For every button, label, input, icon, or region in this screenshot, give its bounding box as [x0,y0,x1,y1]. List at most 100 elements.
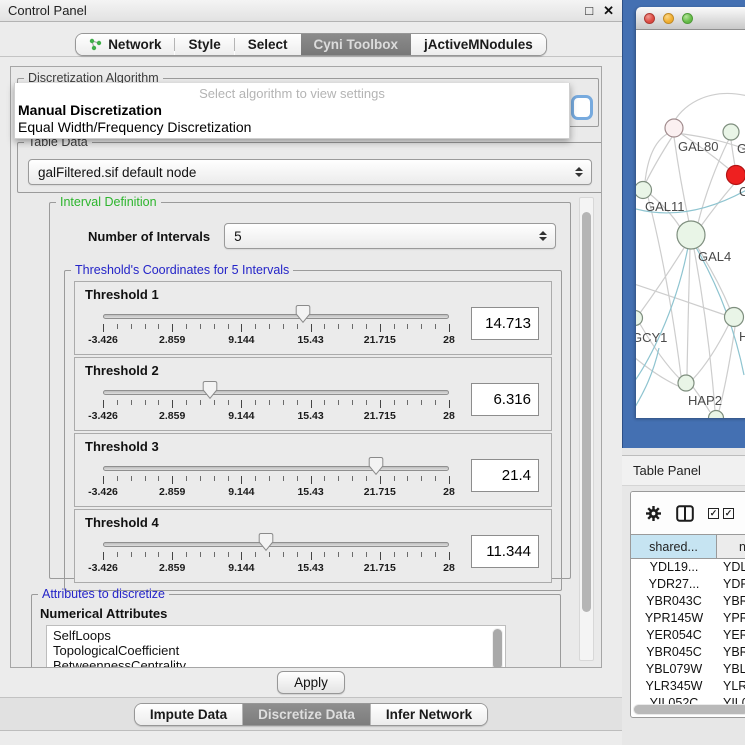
slider-track[interactable] [103,314,449,319]
threshold-2-value[interactable]: 6.316 [471,383,539,416]
network-node[interactable] [677,221,705,249]
app-root: Control Panel □ ✕ Network Style Select C… [0,0,745,745]
threshold-1-label: Threshold 1 [85,287,541,302]
close-icon[interactable]: ✕ [603,3,614,19]
algorithm-combobox-fragment[interactable] [571,95,593,120]
table-data-combobox[interactable]: galFiltered.sif default node [28,159,592,185]
number-of-intervals-row: Number of Intervals 5 [88,223,560,249]
thresholds-group-title: Threshold's Coordinates for 5 Intervals [71,263,293,277]
tab-cyni-toolbox[interactable]: Cyni Toolbox [301,34,412,55]
cyni-toolbox-panel: Discretization Algorithm Table Data galF… [10,66,602,668]
float-window-icon[interactable]: □ [585,3,593,18]
slider-tick-labels: -3.4262.8599.14415.4321.71528 [103,562,449,575]
column-header-shared-name[interactable]: shared... [631,535,717,558]
apply-row: Apply [0,668,622,697]
table-panel-title: Table Panel [633,463,701,478]
tab-impute-data[interactable]: Impute Data [135,704,242,725]
select-columns-icons[interactable]: ✓ ✓ [708,508,734,519]
option-equal-width-frequency[interactable]: Equal Width/Frequency Discretization [18,119,251,135]
network-node[interactable] [636,182,652,199]
split-columns-icon[interactable] [676,505,694,522]
apply-button[interactable]: Apply [277,671,345,694]
attributes-group-title: Attributes to discretize [38,587,169,601]
table-toolbar: ✓ ✓ [631,492,745,534]
attributes-to-discretize-group: Attributes to discretize Numerical Attri… [31,587,561,668]
network-node[interactable] [678,375,694,391]
node-label: GA [737,141,745,156]
table-hscrollbar[interactable] [633,704,745,715]
slider-thumb[interactable] [258,532,274,552]
panel-scrollbar[interactable] [579,197,594,661]
gear-icon[interactable] [645,505,662,522]
table-row[interactable]: YDL19...YDL1 [631,559,745,576]
tab-style[interactable]: Style [175,34,233,55]
interval-definition-group: Interval Definition Number of Intervals … [49,195,571,579]
list-items: SelfLoopsTopologicalCoefficientBetweenne… [53,628,505,668]
control-panel-titlebar: Control Panel □ ✕ [0,0,622,22]
table-header-row: shared... n [631,534,745,559]
threshold-1-value[interactable]: 14.713 [471,307,539,340]
threshold-2-row: -3.4262.8599.14415.4321.71528 6.316 [85,379,541,427]
table-row[interactable]: YPR145WYPR1 [631,610,745,627]
table-row[interactable]: YDR27...YDR2 [631,576,745,593]
tab-jactivemnodules[interactable]: jActiveMNodules [411,34,546,55]
network-window[interactable]: GAL80GACGAL11GAL4GCY1HHAP2 [636,7,745,418]
threshold-1-row: -3.4262.8599.14415.4321.71528 14.713 [85,303,541,351]
top-tab-bar: Network Style Select Cyni Toolbox jActiv… [0,33,622,56]
node-label: C [739,184,745,199]
slider-track[interactable] [103,390,449,395]
threshold-2-block: Threshold 2 -3.4262.8599.14415.4321.7152… [74,357,552,431]
network-node[interactable] [665,119,683,137]
tab-infer-network[interactable]: Infer Network [370,704,487,725]
table-row[interactable]: YLR345WYLR3 [631,678,745,695]
threshold-4-value[interactable]: 11.344 [471,535,539,568]
threshold-2-slider[interactable]: -3.4262.8599.14415.4321.71528 [103,385,449,425]
threshold-3-value[interactable]: 21.4 [471,459,539,492]
network-node[interactable] [725,308,744,327]
node-label: HAP2 [688,393,722,408]
threshold-1-block: Threshold 1 -3.4262.8599.14415.4321.7152… [74,281,552,355]
slider-ticks [103,552,449,561]
list-item[interactable]: BetweennessCentrality [53,658,505,668]
minimize-traffic-light-icon[interactable] [663,13,674,24]
list-item[interactable]: TopologicalCoefficient [53,643,505,658]
threshold-3-slider[interactable]: -3.4262.8599.14415.4321.71528 [103,461,449,501]
tab-select[interactable]: Select [235,34,301,55]
slider-ticks [103,324,449,333]
network-node[interactable] [709,411,724,419]
list-item[interactable]: SelfLoops [53,628,505,643]
table-row[interactable]: YBR043CYBR0 [631,593,745,610]
number-of-intervals-value: 5 [234,229,242,244]
network-canvas[interactable]: GAL80GACGAL11GAL4GCY1HHAP2 [636,30,745,418]
zoom-traffic-light-icon[interactable] [682,13,693,24]
network-node[interactable] [727,166,745,185]
threshold-4-slider[interactable]: -3.4262.8599.14415.4321.71528 [103,537,449,577]
close-traffic-light-icon[interactable] [644,13,655,24]
network-node[interactable] [636,311,643,326]
column-header-name[interactable]: n [717,535,745,558]
list-scrollbar[interactable] [492,628,503,668]
table-row[interactable]: YER054CYER0 [631,627,745,644]
slider-thumb[interactable] [295,304,311,324]
threshold-1-slider[interactable]: -3.4262.8599.14415.4321.71528 [103,309,449,349]
table-panel-titlebar: Table Panel [622,455,745,486]
table-rows: YDL19...YDL1YDR27...YDR2YBR043CYBR0YPR14… [631,559,745,705]
numerical-attributes-list[interactable]: SelfLoopsTopologicalCoefficientBetweenne… [46,625,506,668]
slider-thumb[interactable] [202,380,218,400]
slider-track[interactable] [103,466,449,471]
slider-track[interactable] [103,542,449,547]
option-manual-discretization[interactable]: Manual Discretization [18,102,162,118]
table-row[interactable]: YBR045CYBR0 [631,644,745,661]
network-node[interactable] [723,124,739,140]
network-svg: GAL80GACGAL11GAL4GCY1HHAP2 [636,30,745,418]
panel-title: Control Panel [8,3,87,18]
tab-network[interactable]: Network [76,34,174,55]
slider-tick-labels: -3.4262.8599.14415.4321.71528 [103,334,449,347]
slider-thumb[interactable] [368,456,384,476]
number-of-intervals-label: Number of Intervals [88,229,210,244]
combo-spinner-icon [575,167,583,177]
number-of-intervals-combobox[interactable]: 5 [224,223,556,249]
numerical-attributes-label: Numerical Attributes [40,606,554,621]
tab-discretize-data[interactable]: Discretize Data [242,704,370,725]
table-row[interactable]: YBL079WYBL0 [631,661,745,678]
